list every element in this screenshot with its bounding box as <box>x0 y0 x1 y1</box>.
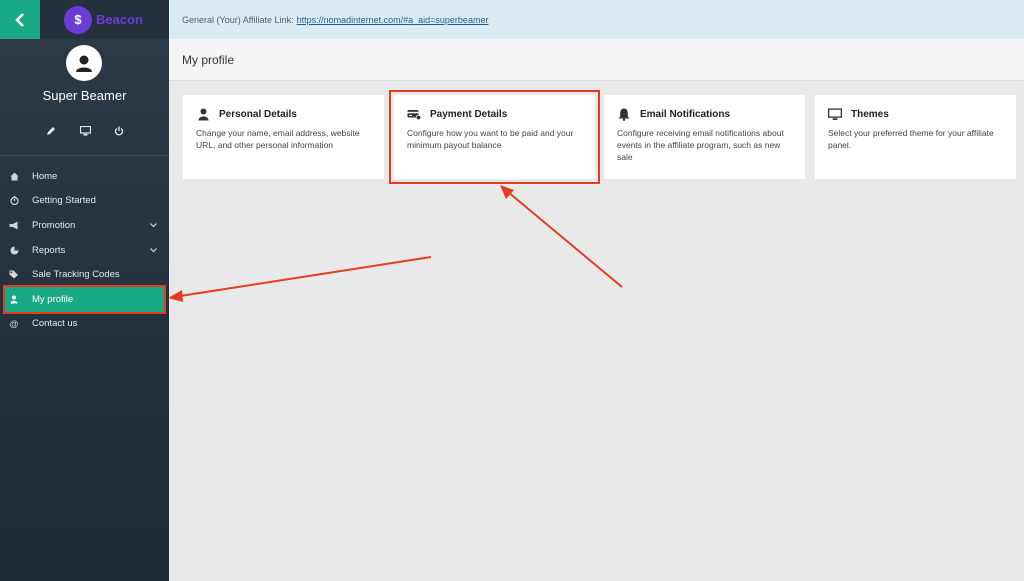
chevron-left-icon <box>15 12 24 27</box>
at-icon: @ <box>9 318 19 329</box>
sidebar-item-home[interactable]: Home <box>0 164 169 189</box>
card-personal-details[interactable]: Personal Details Change your name, email… <box>183 95 384 179</box>
sidebar-nav: Home Getting Started Promotion Reports S… <box>0 164 169 336</box>
credit-card-icon <box>407 107 421 121</box>
sidebar-item-label: Getting Started <box>32 195 96 207</box>
brand[interactable]: $ Beacon <box>40 0 169 39</box>
card-title: Email Notifications <box>640 108 731 120</box>
pie-chart-icon <box>9 245 19 255</box>
card-description: Configure receiving email notifications … <box>617 128 784 162</box>
sidebar-item-my-profile[interactable]: My profile <box>3 285 166 314</box>
sidebar-item-getting-started[interactable]: Getting Started <box>0 189 169 214</box>
nav-divider <box>0 155 169 156</box>
sidebar-item-label: My profile <box>32 293 74 305</box>
megaphone-icon <box>9 220 19 230</box>
sidebar-header: $ Beacon <box>0 0 169 39</box>
timer-icon <box>9 196 19 206</box>
edit-profile-button[interactable] <box>44 124 58 138</box>
affiliate-link-bar: General (Your) Affiliate Link: https://n… <box>169 0 1024 39</box>
page-header: My profile <box>169 39 1024 81</box>
sidebar-item-label: Reports <box>32 244 66 256</box>
tags-icon <box>9 270 19 280</box>
sidebar-item-promotion[interactable]: Promotion <box>0 213 169 238</box>
chevron-down-icon <box>150 245 157 256</box>
card-description: Select your preferred theme for your aff… <box>828 128 994 150</box>
user-avatar-icon <box>76 55 92 72</box>
logout-button[interactable] <box>112 124 126 138</box>
sidebar-item-reports[interactable]: Reports <box>0 238 169 263</box>
arrow-to-my-profile <box>168 256 432 302</box>
sidebar-item-label: Contact us <box>32 318 78 330</box>
home-icon <box>9 171 19 181</box>
page-title: My profile <box>182 52 235 67</box>
card-themes[interactable]: Themes Select your preferred theme for y… <box>815 95 1016 179</box>
sidebar-item-label: Sale Tracking Codes <box>32 269 120 281</box>
brand-name: Beacon <box>96 12 143 27</box>
brand-logo: $ <box>64 5 92 34</box>
sidebar: $ Beacon Super Beamer Home Getting Start… <box>0 0 169 581</box>
back-button[interactable] <box>0 0 40 39</box>
theme-button[interactable] <box>78 124 92 138</box>
user-name: Super Beamer <box>42 88 127 103</box>
user-actions <box>44 124 126 138</box>
affiliate-link-label: General (Your) Affiliate Link: <box>182 14 294 25</box>
card-description: Configure how you want to be paid and yo… <box>407 128 574 150</box>
card-title: Personal Details <box>219 108 297 120</box>
avatar[interactable] <box>66 45 102 81</box>
user-icon <box>9 294 19 304</box>
card-title: Themes <box>851 108 889 120</box>
sidebar-item-label: Home <box>32 170 58 182</box>
sidebar-item-sale-tracking-codes[interactable]: Sale Tracking Codes <box>0 262 169 287</box>
sidebar-item-contact-us[interactable]: @ Contact us <box>0 312 169 337</box>
monitor-icon <box>828 107 842 121</box>
sidebar-item-label: Promotion <box>32 219 76 231</box>
card-payment-details[interactable]: Payment Details Configure how you want t… <box>389 90 600 184</box>
monitor-icon <box>79 126 91 136</box>
card-email-notifications[interactable]: Email Notifications Configure receiving … <box>604 95 805 179</box>
user-icon <box>196 107 210 121</box>
card-description: Change your name, email address, website… <box>196 128 360 150</box>
card-title: Payment Details <box>430 108 508 120</box>
bell-icon <box>617 107 631 121</box>
affiliate-link[interactable]: https://nomadinternet.com/#a_aid=superbe… <box>297 15 489 25</box>
pencil-icon <box>47 127 55 135</box>
power-icon <box>114 126 124 136</box>
chevron-down-icon <box>150 220 157 231</box>
arrow-to-payment-details <box>500 185 623 288</box>
